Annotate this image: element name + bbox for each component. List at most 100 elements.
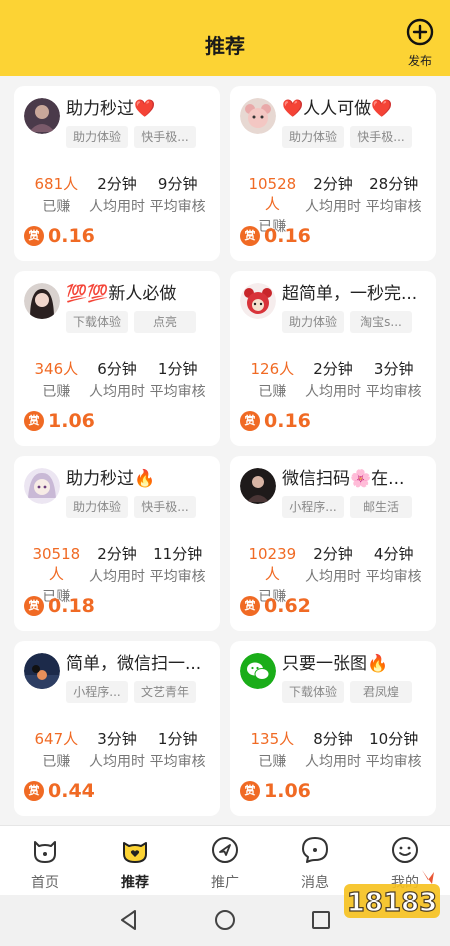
task-tag: 文艺青年 [134, 681, 196, 703]
task-card[interactable]: 💯💯新人必做 下载体验 点亮 346人 已赚 6分钟 人均用时 1分钟 平均审核 赏1… [14, 271, 220, 446]
avg-time-label: 人均用时 [305, 754, 361, 770]
avg-time-label: 人均用时 [89, 754, 145, 770]
top-bar: 推荐 发布 [0, 0, 450, 76]
avg-time-label: 人均用时 [89, 384, 145, 400]
plus-circle-icon [406, 18, 434, 46]
avatar [240, 653, 276, 689]
task-title: 微信扫码🌸在... [282, 469, 405, 489]
reward-icon: 赏 [240, 781, 260, 801]
tab-promote[interactable]: 推广 [180, 826, 270, 895]
task-card[interactable]: 简单，微信扫一... 小程序... 文艺青年 647人 已赚 3分钟 人均用时 1分… [14, 641, 220, 816]
review-label: 平均审核 [149, 384, 206, 400]
avg-time-label: 人均用时 [89, 569, 145, 585]
task-tag: 邮生活 [350, 496, 412, 518]
task-tag: 小程序... [282, 496, 344, 518]
task-tag: 小程序... [66, 681, 128, 703]
task-grid: 助力秒过❤️ 助力体验 快手极... 681人 已赚 2分钟 人均用时 9分钟 平均审… [14, 86, 436, 816]
earned-count: 681人 [34, 175, 79, 193]
avg-time-label: 人均用时 [305, 384, 361, 400]
svg-text:18183: 18183 [347, 888, 437, 918]
avg-time-label: 人均用时 [89, 199, 145, 215]
smile-face-icon [392, 837, 418, 863]
reward-icon: 赏 [240, 411, 260, 431]
earned-label: 已赚 [258, 384, 287, 400]
review-time: 3分钟 [373, 360, 414, 378]
avatar [24, 468, 60, 504]
avatar [240, 98, 276, 134]
review-time: 9分钟 [157, 175, 198, 193]
tab-home[interactable]: 首页 [0, 826, 90, 895]
earned-count: 10528人 [248, 175, 297, 213]
review-label: 平均审核 [365, 569, 422, 585]
task-card[interactable]: 超简单，一秒完... 助力体验 淘宝s... 126人 已赚 2分钟 人均用时 3分… [230, 271, 436, 446]
review-time: 4分钟 [373, 545, 414, 563]
task-tag: 快手极... [134, 126, 196, 148]
task-title: 💯💯新人必做 [66, 284, 177, 304]
review-time: 10分钟 [369, 730, 419, 748]
avg-time: 2分钟 [97, 545, 137, 563]
task-title: 助力秒过🔥 [66, 469, 156, 489]
avg-time: 6分钟 [97, 360, 137, 378]
task-tag: 快手极... [350, 126, 412, 148]
reward-icon: 赏 [24, 411, 44, 431]
task-card[interactable]: ❤️人人可做❤️ 助力体验 快手极... 10528人 已赚 2分钟 人均用时 28… [230, 86, 436, 261]
task-tag: 助力体验 [66, 126, 128, 148]
reward-icon: 赏 [240, 226, 260, 246]
reward-amount: 1.06 [48, 410, 95, 432]
avg-time-label: 人均用时 [305, 199, 361, 215]
reward-amount: 0.44 [48, 780, 95, 802]
earned-label: 已赚 [258, 754, 287, 770]
avg-time: 2分钟 [313, 545, 353, 563]
send-arrow-icon [212, 837, 238, 863]
tab-recommend[interactable]: 推荐 [90, 826, 180, 895]
tab-label: 首页 [31, 875, 59, 891]
reward-amount: 0.16 [264, 225, 311, 247]
task-tag: 助力体验 [66, 496, 128, 518]
task-title: 简单，微信扫一... [66, 654, 202, 674]
reward-amount: 0.16 [48, 225, 95, 247]
review-time: 1分钟 [157, 360, 198, 378]
task-title: 助力秒过❤️ [66, 99, 156, 119]
earned-count: 647人 [34, 730, 79, 748]
task-tag: 助力体验 [282, 126, 344, 148]
task-card[interactable]: 助力秒过❤️ 助力体验 快手极... 681人 已赚 2分钟 人均用时 9分钟 平均审… [14, 86, 220, 261]
task-card[interactable]: 只要一张图🔥 下载体验 君凤煌 135人 已赚 8分钟 人均用时 10分钟 平均审核 … [230, 641, 436, 816]
task-card[interactable]: 助力秒过🔥 助力体验 快手极... 30518人 已赚 2分钟 人均用时 11分钟平… [14, 456, 220, 631]
task-title: 只要一张图🔥 [282, 654, 389, 674]
home-icon[interactable] [212, 907, 238, 933]
reward-icon: 赏 [24, 781, 44, 801]
tab-label: 推广 [211, 875, 239, 891]
task-tag: 君凤煌 [350, 681, 412, 703]
reward-amount: 1.06 [264, 780, 311, 802]
task-tag: 下载体验 [66, 311, 128, 333]
chat-bubble-icon [302, 837, 328, 863]
task-card[interactable]: 微信扫码🌸在... 小程序... 邮生活 10239人 已赚 2分钟 人均用时 4分… [230, 456, 436, 631]
avg-time: 2分钟 [313, 175, 353, 193]
avatar [240, 468, 276, 504]
earned-count: 30518人 [32, 545, 81, 583]
reward-icon: 赏 [240, 596, 260, 616]
review-time: 1分钟 [157, 730, 198, 748]
avg-time: 2分钟 [97, 175, 137, 193]
review-label: 平均审核 [365, 199, 422, 215]
publish-button[interactable]: 发布 [402, 18, 438, 69]
task-tag: 下载体验 [282, 681, 344, 703]
earned-label: 已赚 [42, 754, 71, 770]
avatar [240, 283, 276, 319]
earned-count: 126人 [250, 360, 295, 378]
recents-icon[interactable] [308, 907, 334, 933]
task-tag: 快手极... [134, 496, 196, 518]
avatar [24, 283, 60, 319]
avatar [24, 98, 60, 134]
earned-label: 已赚 [42, 199, 71, 215]
back-icon[interactable] [116, 907, 142, 933]
review-label: 平均审核 [149, 569, 206, 585]
task-tag: 淘宝s... [350, 311, 412, 333]
task-tag: 助力体验 [282, 311, 344, 333]
earned-count: 135人 [250, 730, 295, 748]
task-tag: 点亮 [134, 311, 196, 333]
page-title: 推荐 [205, 34, 245, 58]
reward-icon: 赏 [24, 226, 44, 246]
avg-time: 8分钟 [313, 730, 353, 748]
review-label: 平均审核 [365, 754, 422, 770]
